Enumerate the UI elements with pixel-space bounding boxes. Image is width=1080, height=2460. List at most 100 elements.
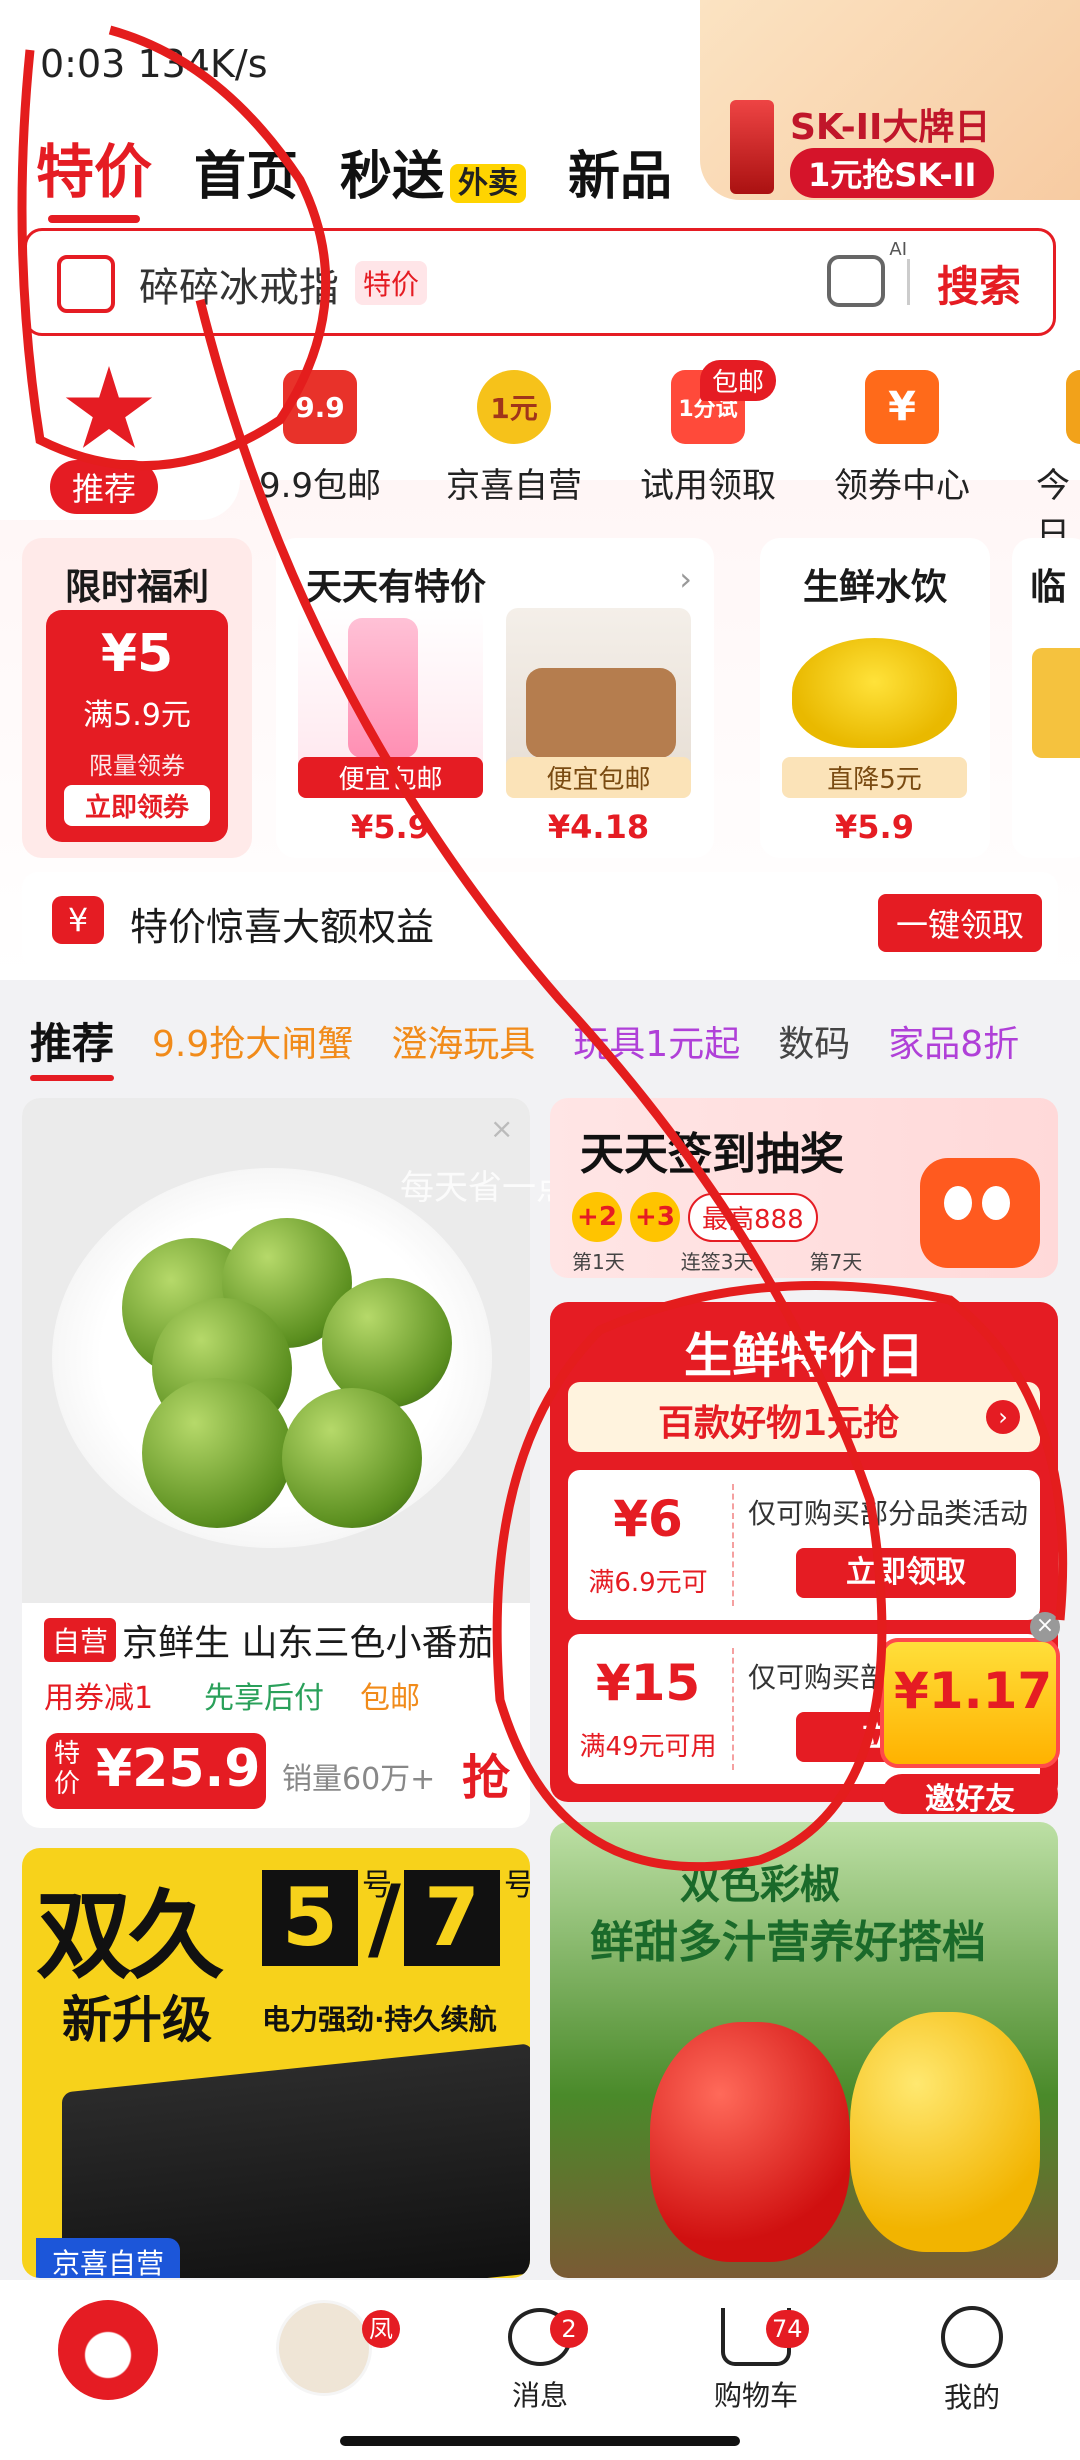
- self-operated-badge: 自营: [44, 1618, 117, 1662]
- tab-miaosong-label: 秒送: [340, 147, 445, 207]
- battery-size-suffix: 号: [504, 1868, 530, 1903]
- tomato-image: [142, 1378, 292, 1528]
- nav-messages[interactable]: 2 消息: [432, 2300, 648, 2414]
- feed-tab-crab[interactable]: 9.9抢大闸蟹: [152, 1015, 353, 1067]
- battery-ad[interactable]: 双久 5 / 7 号 号 新升级 电力强劲·持久续航 京喜自营: [22, 1848, 530, 2278]
- bottom-nav: 凤 2 消息 74 购物车 我的: [0, 2280, 1080, 2460]
- pouch-product-image: [526, 668, 676, 758]
- battery-size-7: 7: [404, 1870, 500, 1966]
- product-name: 京鲜生 山东三色小番茄: [122, 1623, 494, 1664]
- search-input[interactable]: 碎碎冰戒指: [139, 255, 339, 313]
- feed-tab-home[interactable]: 家品8折: [888, 1015, 1019, 1067]
- product-price: ¥25.9: [96, 1739, 261, 1799]
- floating-promo[interactable]: ¥1.17 邀好友 ×: [880, 1612, 1060, 1817]
- limited-title: 限时福利: [64, 567, 209, 608]
- product-bottle-icon: [730, 100, 774, 194]
- net-speed: 134K/s: [137, 42, 268, 86]
- chevron-right-icon: ›: [679, 560, 692, 598]
- claim-all-button[interactable]: 一键领取: [878, 894, 1043, 952]
- camera-icon[interactable]: AI: [827, 239, 907, 307]
- daily-product-1-tag: 便宜包邮: [298, 757, 483, 798]
- star-check-icon: [65, 366, 153, 448]
- daily-product-2[interactable]: 便宜包邮 ¥4.18: [506, 608, 691, 846]
- search-bar[interactable]: 碎碎冰戒指 特价 AI 搜索: [24, 228, 1056, 336]
- feed-tab-toys[interactable]: 玩具1元起: [573, 1015, 740, 1067]
- special-price: 特价 ¥25.9: [46, 1733, 266, 1809]
- pepper-line1: 双色彩椒: [680, 1862, 840, 1908]
- category-coupon[interactable]: ¥ 领券中心: [812, 360, 992, 507]
- coupon-desc: 仅可购买部分品类活动: [748, 1497, 1029, 1530]
- invite-friends-button[interactable]: 邀好友: [882, 1774, 1058, 1817]
- close-icon[interactable]: ×: [1030, 1612, 1060, 1642]
- category-today[interactable]: 今日: [1006, 360, 1080, 556]
- coupon-value: ¥15: [595, 1654, 701, 1712]
- grab-button[interactable]: 抢: [462, 1738, 510, 1808]
- equity-bar[interactable]: ¥ 特价惊喜大额权益 一键领取: [22, 872, 1058, 968]
- fresh-product[interactable]: 直降5元 ¥5.9: [782, 608, 967, 846]
- promo-pay-later: 先享后付: [204, 1681, 324, 1716]
- category-99[interactable]: 9.9 9.9包邮: [230, 360, 410, 507]
- feed-tab-recommend[interactable]: 推荐: [30, 1010, 115, 1081]
- special-price-label: 特价: [54, 1739, 81, 1799]
- category-99-label: 9.9包邮: [258, 466, 382, 506]
- checkin-card[interactable]: 天天签到抽奖 +2 +3 最高888 第1天 连签3天 第7天: [550, 1098, 1058, 1278]
- mascot-icon: [920, 1158, 1040, 1268]
- search-button[interactable]: 搜索: [937, 253, 1021, 314]
- fresh-product-price: ¥5.9: [835, 808, 914, 846]
- fresh-coupon-1[interactable]: ¥6 满6.9元可 仅可购买部分品类活动 立即领取: [568, 1470, 1040, 1620]
- tab-tejia[interactable]: 特价: [36, 125, 152, 223]
- scan-icon[interactable]: [57, 255, 115, 313]
- search-divider: [907, 259, 910, 305]
- category-jingxi[interactable]: 1元 京喜自营: [424, 360, 604, 507]
- promo-banner[interactable]: SK-II大牌日 1元抢SK-II: [700, 0, 1080, 200]
- tab-home[interactable]: 首页: [194, 134, 298, 209]
- coupon-divider: [732, 1484, 734, 1606]
- limited-coupon[interactable]: ¥5 满5.9元 限量领券 立即领券: [46, 610, 228, 842]
- feed-tab-chenghai[interactable]: 澄海玩具: [391, 1015, 535, 1067]
- feed-tab-digital[interactable]: 数码: [778, 1015, 850, 1067]
- category-coupon-label: 领券中心: [834, 466, 970, 506]
- category-coupon-icon: ¥: [865, 370, 939, 444]
- daily-product-1[interactable]: 便宜包邮 ¥5.9: [298, 608, 483, 846]
- yuan-icon: ¥: [52, 896, 104, 944]
- nav-product[interactable]: 凤: [216, 2300, 432, 2396]
- close-icon[interactable]: ×: [490, 1112, 513, 1145]
- user-icon: [941, 2306, 1003, 2368]
- cookie-product-image: [1032, 648, 1080, 758]
- nav-home[interactable]: [0, 2300, 216, 2400]
- promo-free-ship: 包邮: [360, 1681, 420, 1716]
- promo-button[interactable]: 1元抢SK-II: [790, 148, 995, 198]
- camera-ai-badge: AI: [889, 239, 907, 260]
- tab-miaosong[interactable]: 秒送 外卖: [340, 134, 527, 209]
- fresh-day-subtitle-text: 百款好物1元抢: [658, 1403, 900, 1444]
- category-recommend[interactable]: 推荐: [0, 360, 240, 520]
- nav-cart[interactable]: 74 购物车: [648, 2300, 864, 2414]
- nav-messages-label: 消息: [511, 2379, 568, 2412]
- battery-size-5: 5: [262, 1870, 358, 1966]
- pepper-ad[interactable]: 双色彩椒 鲜甜多汁营养好搭档: [550, 1822, 1058, 2278]
- day-label: 连签3天: [680, 1250, 754, 1274]
- claim-coupon-button[interactable]: 立即领券: [64, 785, 210, 826]
- next-card[interactable]: 临: [1012, 538, 1080, 858]
- fresh-day-subtitle[interactable]: 百款好物1元抢 ›: [568, 1382, 1040, 1452]
- banana-product-image: [792, 638, 957, 748]
- daily-card[interactable]: 天天有特价 › 便宜包邮 ¥5.9 便宜包邮 ¥4.18: [276, 538, 714, 858]
- equity-text: 特价惊喜大额权益: [130, 905, 435, 949]
- search-tag: 特价: [355, 261, 428, 305]
- category-jingxi-icon: 1元: [477, 370, 551, 444]
- claim-button[interactable]: 立即领取: [796, 1548, 1016, 1598]
- nav-me[interactable]: 我的: [864, 2300, 1080, 2416]
- coupon-condition: 满49元可用: [579, 1732, 717, 1762]
- battery-headline: 新升级: [62, 1991, 212, 2049]
- product-thumb-icon: [276, 2300, 372, 2396]
- status-time: 0:03: [40, 42, 126, 86]
- limited-card[interactable]: 限时福利 ¥5 满5.9元 限量领券 立即领券: [22, 538, 252, 858]
- pepper-line2: 鲜甜多汁营养好搭档: [590, 1917, 986, 1968]
- fresh-product-tag: 直降5元: [782, 757, 967, 798]
- coupon-condition: 满6.9元可: [588, 1568, 708, 1598]
- cart-badge: 74: [766, 2310, 809, 2348]
- day-label: 第7天: [809, 1250, 863, 1274]
- fresh-drinks-title: 生鲜水饮: [802, 567, 947, 608]
- fresh-drinks-card[interactable]: 生鲜水饮 直降5元 ¥5.9: [760, 538, 990, 858]
- tab-new[interactable]: 新品: [568, 134, 672, 209]
